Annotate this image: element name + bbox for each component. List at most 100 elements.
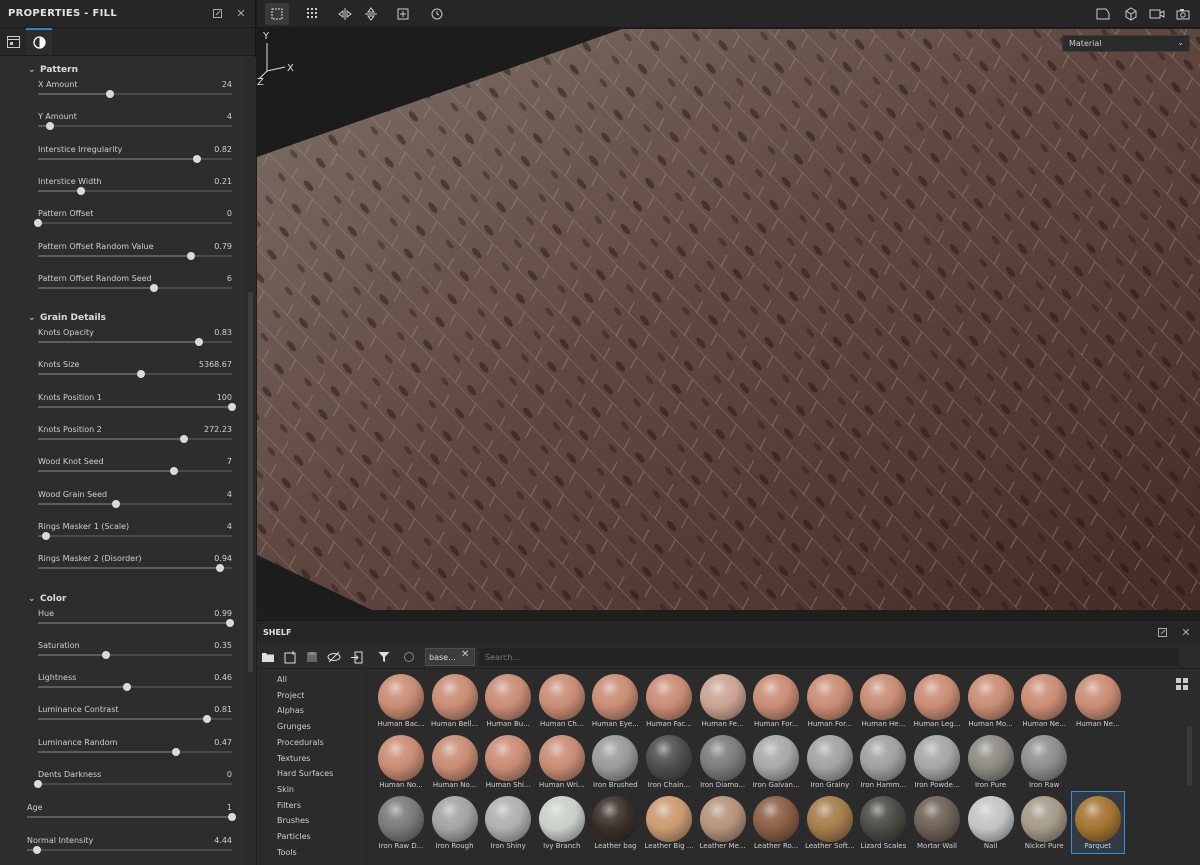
slider-luminance-contrast[interactable]: Luminance Contrast 0.81 (38, 705, 232, 735)
slider-track[interactable] (38, 683, 232, 692)
display-settings-button[interactable] (1119, 3, 1143, 25)
slider-value[interactable]: 0.83 (214, 328, 232, 337)
slider-handle[interactable] (111, 499, 120, 508)
environment-button[interactable] (1091, 3, 1115, 25)
slider-handle[interactable] (179, 435, 188, 443)
close-icon[interactable]: ✕ (231, 4, 251, 24)
history-button[interactable] (425, 3, 449, 25)
slider-pattern-offset-random-seed[interactable]: Pattern Offset Random Seed 6 (38, 274, 232, 304)
slider-track[interactable] (38, 338, 232, 347)
slider-handle[interactable] (41, 531, 50, 540)
slider-value[interactable]: 0.81 (214, 705, 232, 714)
slider-track[interactable] (38, 467, 232, 476)
grid-view-icon[interactable] (1176, 678, 1188, 690)
slider-value[interactable]: 4 (227, 522, 232, 531)
slider-track[interactable] (34, 780, 232, 788)
shelf-resource[interactable]: Human Fe... (697, 670, 749, 731)
slider-track[interactable] (38, 370, 232, 379)
slider-handle[interactable] (34, 219, 42, 228)
shelf-resource[interactable]: Human Ch... (536, 670, 588, 731)
slider-knots-size[interactable]: Knots Size 5368.67 (38, 360, 232, 390)
slider-hue[interactable]: Hue 0.99 (38, 609, 235, 639)
slider-handle[interactable] (195, 338, 204, 347)
slider-value[interactable]: 0.35 (214, 641, 232, 650)
shelf-category-hard-surfaces[interactable]: Hard Surfaces (277, 769, 333, 778)
slider-track[interactable] (34, 219, 232, 228)
shelf-resource[interactable]: Iron Powde... (911, 731, 963, 792)
shelf-resource[interactable]: Iron Grainy (804, 731, 856, 792)
tab-layer-settings[interactable] (0, 28, 26, 55)
slider-value[interactable]: 1 (227, 803, 232, 812)
slider-track[interactable] (38, 90, 232, 98)
shelf-resource[interactable]: Human Wri... (536, 731, 588, 792)
refresh-icon[interactable] (400, 648, 418, 666)
slider-value[interactable]: 272.23 (204, 425, 232, 434)
shelf-resource[interactable]: Iron Chain... (643, 731, 695, 792)
shelf-category-all[interactable]: All (277, 675, 287, 684)
add-frame-button[interactable] (391, 3, 415, 25)
slider-wood-grain-seed[interactable]: Wood Grain Seed 4 (38, 490, 232, 520)
slider-wood-knot-seed[interactable]: Wood Knot Seed 7 (38, 457, 232, 487)
viewport-mode-select[interactable]: Material ⌄ (1062, 35, 1190, 52)
shelf-category-filters[interactable]: Filters (277, 801, 301, 810)
shelf-resource[interactable]: Iron Raw (1018, 731, 1070, 792)
slider-track[interactable] (38, 564, 232, 573)
shelf-resource[interactable]: Lizard Scales (857, 792, 909, 853)
shelf-resource[interactable]: Leather Soft... (804, 792, 856, 853)
clear-filter-icon[interactable]: ✕ (461, 649, 469, 660)
shelf-resource[interactable]: Ivy Branch (536, 792, 588, 853)
slider-value[interactable]: 5368.67 (199, 360, 232, 369)
shelf-resource[interactable]: Leather Me... (697, 792, 749, 853)
slider-track[interactable] (38, 435, 232, 443)
shelf-resource[interactable]: Nail (965, 792, 1017, 853)
shelf-resource[interactable]: Nickel Pure (1018, 792, 1070, 853)
slider-track[interactable] (38, 251, 232, 260)
screenshot-button[interactable] (1171, 3, 1195, 25)
slider-value[interactable]: 0.82 (214, 145, 232, 154)
slider-track[interactable] (38, 283, 232, 292)
slider-track[interactable] (38, 186, 232, 195)
slider-track[interactable] (38, 154, 232, 163)
slider-age[interactable]: Age 1 (27, 803, 236, 833)
shelf-category-brushes[interactable]: Brushes (277, 816, 309, 825)
slider-track[interactable] (27, 845, 232, 854)
slider-handle[interactable] (105, 90, 114, 98)
shelf-resource[interactable]: Leather bag (589, 792, 641, 853)
slider-handle[interactable] (45, 122, 54, 131)
camera-settings-button[interactable] (1145, 3, 1169, 25)
layout-grid-button[interactable] (301, 3, 325, 25)
slider-value[interactable]: 7 (227, 457, 232, 466)
layout-single-view-button[interactable] (265, 3, 289, 25)
shelf-resource[interactable]: Parquet (1070, 791, 1125, 854)
shelf-search-input[interactable]: Search... (479, 648, 1179, 666)
slider-handle[interactable] (150, 283, 159, 292)
shelf-resource[interactable]: Human No... (429, 731, 481, 792)
filter-icon[interactable] (375, 648, 393, 666)
shelf-category-particles[interactable]: Particles (277, 832, 311, 841)
properties-scroll-area[interactable]: ⌄ Pattern X Amount 24 Y Amount 4 Interstice Ir… (0, 57, 246, 865)
section-header-pattern[interactable]: ⌄ Pattern (28, 63, 78, 77)
slider-handle[interactable] (123, 683, 132, 692)
slider-handle[interactable] (171, 747, 180, 756)
slider-rings-masker-1-scale[interactable]: Rings Masker 1 (Scale) 4 (38, 522, 232, 552)
slider-knots-position-1[interactable]: Knots Position 1 100 (38, 393, 236, 423)
slider-pattern-offset[interactable]: Pattern Offset 0 (34, 209, 232, 239)
slider-track[interactable] (38, 747, 232, 756)
slider-handle[interactable] (228, 402, 236, 411)
shelf-resource[interactable]: Iron Shiny (482, 792, 534, 853)
shelf-resource[interactable]: Mortar Wall (911, 792, 963, 853)
slider-saturation[interactable]: Saturation 0.35 (38, 641, 232, 671)
folder-icon[interactable] (259, 648, 277, 666)
slider-normal-intensity[interactable]: Normal Intensity 4.44 (27, 836, 232, 865)
close-icon[interactable]: ✕ (1176, 622, 1196, 642)
slider-handle[interactable] (202, 715, 211, 724)
slider-interstice-width[interactable]: Interstice Width 0.21 (38, 177, 232, 207)
slider-track[interactable] (38, 499, 232, 508)
shelf-resource[interactable]: Human Ne... (1072, 670, 1124, 731)
slider-value[interactable]: 0.94 (214, 554, 232, 563)
slider-value[interactable]: 0.46 (214, 673, 232, 682)
shelf-resource[interactable]: Human Ne... (1018, 670, 1070, 731)
shelf-resource[interactable]: Iron Raw D... (375, 792, 427, 853)
undock-icon[interactable] (207, 4, 227, 24)
shelf-resource[interactable]: Human For... (750, 670, 802, 731)
